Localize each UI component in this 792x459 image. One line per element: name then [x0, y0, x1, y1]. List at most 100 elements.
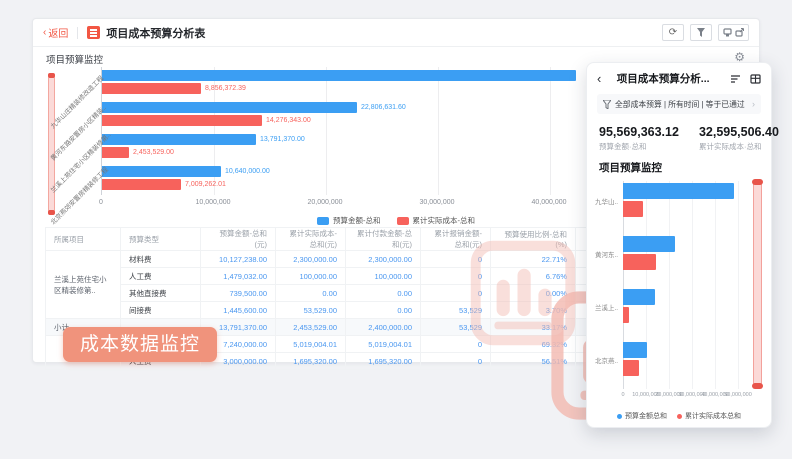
funnel-icon — [603, 100, 611, 109]
project-cell: 兰溪上苑住宅小区精装修第.. — [46, 251, 121, 319]
main-chart-x-axis: 010,000,00020,000,00030,000,00040,000,00… — [101, 199, 577, 209]
actual-cell: 0.00 — [276, 285, 346, 302]
mobile-preview-panel: ‹ 项目成本预算分析... 全部成本预算 | 所有时间 | 等于已通过 › 95… — [586, 62, 772, 428]
ratio-cell: 22.71% — [491, 251, 576, 268]
ratio-cell: 3.70% — [491, 302, 576, 319]
chart-gridline — [438, 67, 439, 195]
legend-item[interactable]: 预算金额总和 — [617, 411, 667, 421]
export-button[interactable] — [718, 24, 749, 41]
datazoom-handle-bottom[interactable] — [752, 383, 763, 389]
x-axis-tick-label: 20,000,000 — [307, 199, 342, 206]
ratio-cell: 33.17% — [491, 319, 576, 336]
panel-datazoom-slider[interactable] — [753, 181, 762, 387]
panel-stats: 95,569,363.12 预算金额·总和 32,595,506.40 累计实际… — [587, 118, 771, 156]
chart-gridline — [692, 181, 693, 389]
panel-chart-x-axis: 010,000,00020,000,00030,000,00040,000,00… — [595, 392, 763, 400]
back-button[interactable]: ‹ 返回 — [43, 25, 68, 40]
refresh-button[interactable]: ⟳ — [662, 24, 684, 41]
budget-bar[interactable] — [623, 342, 647, 358]
x-axis-tick-label: 0 — [99, 199, 103, 206]
window-topbar: ‹ 返回 项目成本预算分析表 ⟳ — [33, 19, 759, 47]
legend-label: 预算金额-总和 — [333, 215, 381, 226]
panel-bar-chart: 010,000,00020,000,00030,000,00040,000,00… — [595, 179, 763, 403]
report-document-icon — [87, 26, 100, 39]
stat-label: 累计实际成本·总和 — [699, 141, 779, 152]
stat-actual-total: 32,595,506.40 累计实际成本·总和 — [699, 125, 779, 152]
budget-bar[interactable] — [623, 183, 734, 199]
bar-value-label: 2,453,529.00 — [133, 147, 174, 158]
type-cell: 其他直接费 — [121, 285, 201, 302]
chart-gridline — [550, 67, 551, 195]
paid-cell: 100,000.00 — [346, 268, 421, 285]
stat-budget-total: 95,569,363.12 预算金额·总和 — [599, 125, 679, 152]
reimburse-cell: 0 — [421, 285, 491, 302]
chart-category-label: 黄河东.. — [595, 249, 621, 259]
legend-item[interactable]: 累计实际成本总和 — [677, 411, 741, 421]
table-grid-icon[interactable] — [750, 74, 761, 84]
actual-cost-bar[interactable] — [623, 360, 639, 376]
bar-value-label: 7,009,262.01 — [185, 179, 226, 190]
stat-label: 预算金额·总和 — [599, 141, 679, 152]
budget-bar[interactable] — [102, 134, 256, 145]
back-chevron-icon: ‹ — [43, 27, 46, 38]
paid-cell: 0.00 — [346, 285, 421, 302]
section-title: 项目预算监控 — [46, 52, 103, 66]
datazoom-handle-top[interactable] — [752, 179, 763, 185]
export-share-icon — [735, 28, 744, 37]
stat-value: 32,595,506.40 — [699, 125, 779, 139]
actual-cost-bar[interactable] — [102, 115, 262, 126]
actual-cell: 5,019,004.01 — [276, 336, 346, 353]
chart-category-label: 兰溪上.. — [595, 302, 621, 312]
type-cell: 人工费 — [121, 268, 201, 285]
actual-cost-bar[interactable] — [623, 254, 656, 270]
budget-bar[interactable] — [102, 166, 221, 177]
print-icon — [723, 28, 732, 37]
bar-value-label: 13,791,370.00 — [260, 134, 305, 145]
topbar-divider — [77, 27, 78, 39]
bar-value-label: 10,640,000.00 — [225, 166, 270, 177]
actual-cost-bar[interactable] — [102, 179, 181, 190]
legend-dot — [617, 414, 622, 419]
type-cell: 材料费 — [121, 251, 201, 268]
legend-item[interactable]: 预算金额-总和 — [317, 215, 381, 226]
actual-cost-bar[interactable] — [623, 201, 643, 217]
page-title: 项目成本预算分析表 — [106, 25, 205, 41]
reimburse-cell: 0 — [421, 268, 491, 285]
reimburse-cell: 53,529 — [421, 319, 491, 336]
budget-bar[interactable] — [102, 70, 576, 81]
budget-bar[interactable] — [102, 102, 357, 113]
column-header: 累计付款金额-总和(元) — [346, 228, 421, 251]
actual-cell: 53,529.00 — [276, 302, 346, 319]
filter-button[interactable] — [690, 24, 712, 41]
legend-item[interactable]: 累计实际成本-总和 — [397, 215, 476, 226]
column-header: 预算使用比例-总和(%) — [491, 228, 576, 251]
legend-swatch — [317, 217, 329, 225]
reimburse-cell: 53,529 — [421, 302, 491, 319]
actual-cost-bar[interactable] — [623, 307, 629, 323]
actual-cost-bar[interactable] — [102, 147, 129, 158]
column-header: 累计实际成本-总和(元) — [276, 228, 346, 251]
legend-dot — [677, 414, 682, 419]
ratio-cell: 6.76% — [491, 268, 576, 285]
reimburse-cell: 0 — [421, 336, 491, 353]
panel-filter-bar[interactable]: 全部成本预算 | 所有时间 | 等于已通过 › — [597, 94, 761, 114]
sort-list-icon[interactable] — [730, 74, 741, 84]
paid-cell: 2,400,000.00 — [346, 319, 421, 336]
reimburse-cell: 0 — [421, 353, 491, 370]
budget-bar[interactable] — [623, 236, 675, 252]
bar-value-label: 22,806,631.60 — [361, 102, 406, 113]
paid-cell: 5,019,004.01 — [346, 336, 421, 353]
chart-gridline — [738, 181, 739, 389]
back-button-label: 返回 — [48, 25, 68, 40]
panel-title: 项目成本预算分析... — [605, 71, 721, 86]
ratio-cell: 56.51% — [491, 353, 576, 370]
budget-bar[interactable] — [623, 289, 655, 305]
x-axis-tick-label: 50,000,000 — [724, 392, 752, 398]
bar-value-label: 14,276,343.00 — [266, 115, 311, 126]
ratio-cell: 0.00% — [491, 285, 576, 302]
actual-cost-bar[interactable] — [102, 83, 201, 94]
paid-cell: 0.00 — [346, 302, 421, 319]
datazoom-handle-top[interactable] — [48, 73, 55, 78]
chart-category-label: 北京燕.. — [595, 355, 621, 365]
panel-back-button[interactable]: ‹ — [597, 72, 601, 85]
